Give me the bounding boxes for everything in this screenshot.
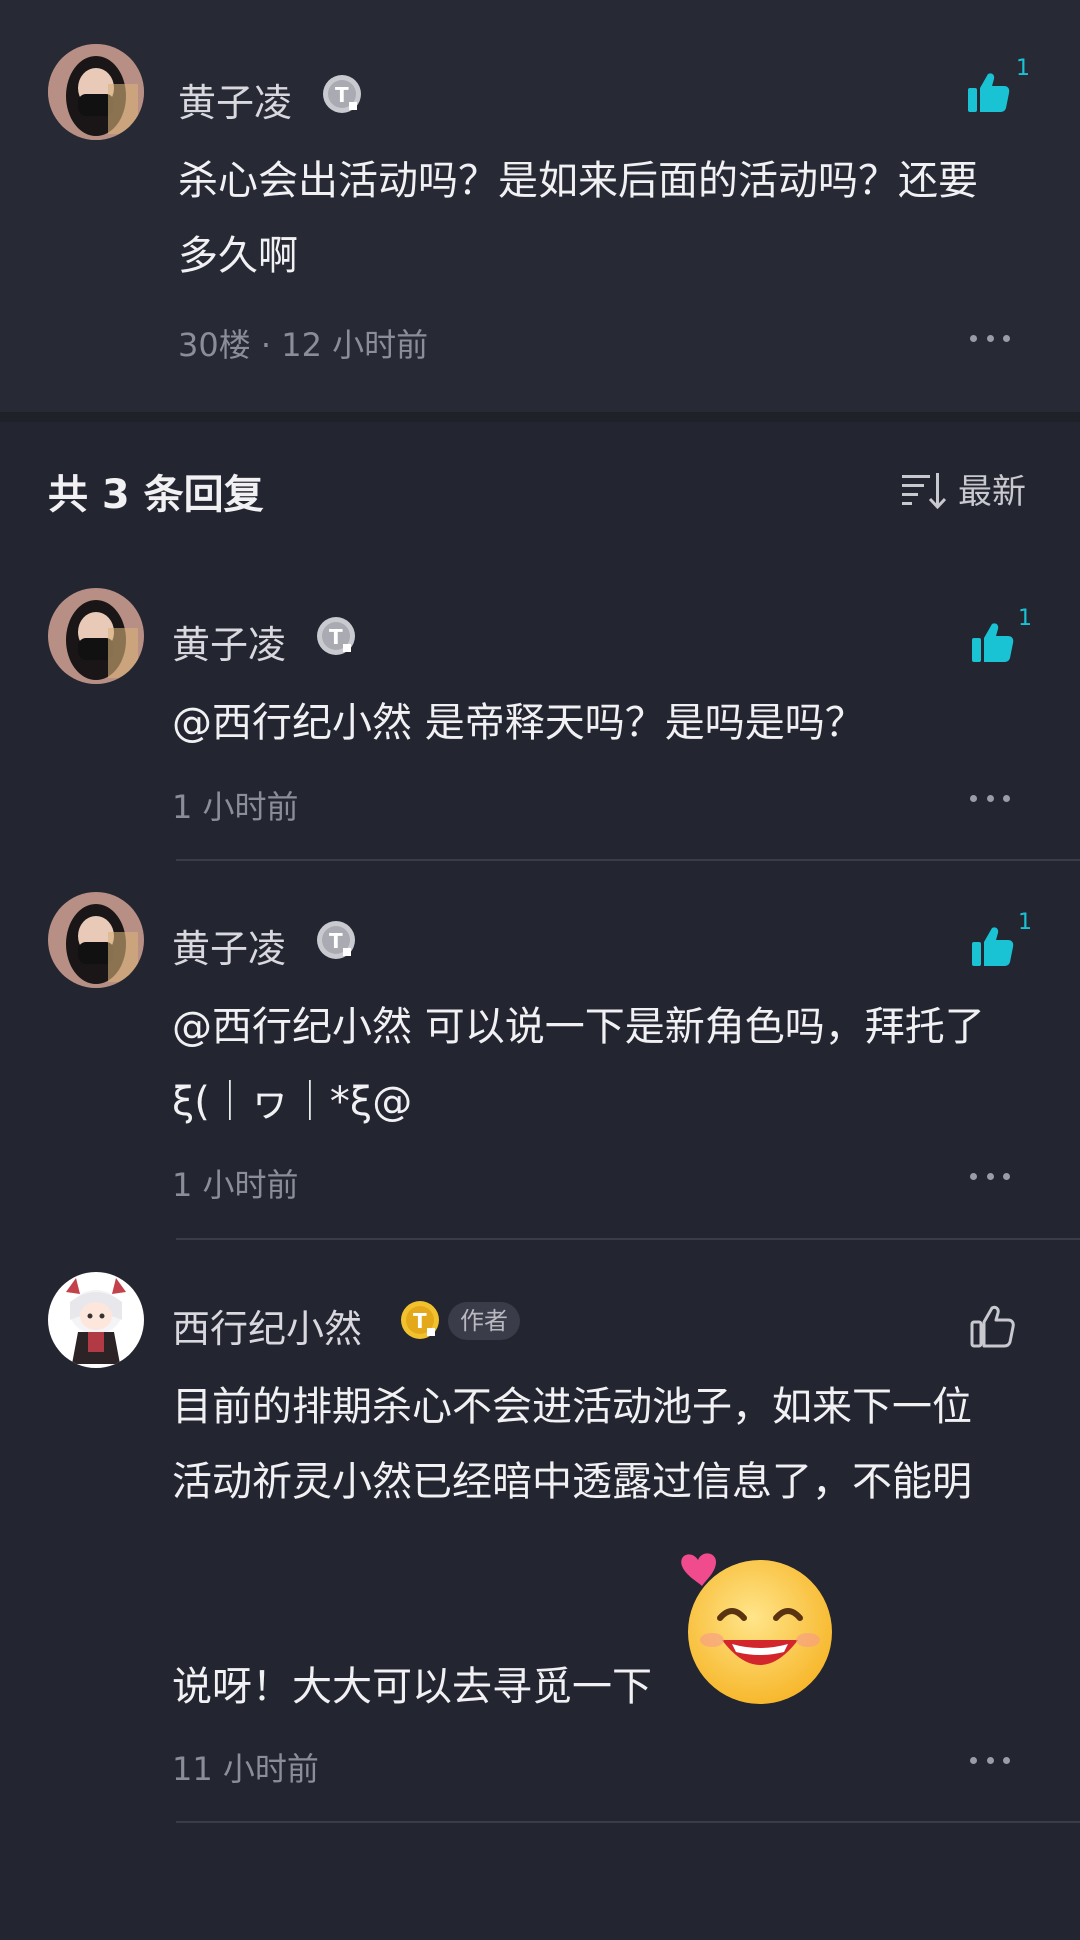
reply-separator xyxy=(176,1821,1080,1823)
more-dots-icon[interactable] xyxy=(970,1754,1010,1766)
sort-toggle[interactable]: 最新 xyxy=(900,464,1026,513)
username[interactable]: 黄子凌 xyxy=(172,614,286,669)
svg-text:T: T xyxy=(413,1309,427,1333)
level-badge-icon: T xyxy=(316,920,356,960)
thumbs-up-outline-icon xyxy=(970,1305,1015,1348)
username[interactable]: 西行纪小然 xyxy=(172,1298,362,1353)
level-badge-icon: T xyxy=(316,616,356,656)
like-count: 1 xyxy=(1016,56,1030,81)
comment-text-line: 多久啊 xyxy=(178,233,298,279)
reply-text-line: 活动祈灵小然已经暗中透露过信息了，不能明 xyxy=(172,1459,972,1505)
svg-text:T: T xyxy=(329,929,343,953)
more-dots-icon[interactable] xyxy=(970,792,1010,804)
like-count: 1 xyxy=(1018,606,1032,631)
level-badge-icon: T xyxy=(400,1300,440,1340)
avatar[interactable] xyxy=(48,892,144,988)
thumbs-up-filled-icon xyxy=(968,73,1010,112)
author-tag: 作者 xyxy=(448,1302,520,1340)
like-button[interactable] xyxy=(964,68,1012,116)
reply-time: 1 小时前 xyxy=(172,1166,299,1204)
main-comment: 黄子凌 T 1 杀心会出活动吗？是如来后面的活动吗？还要 多久啊 30楼 · 1… xyxy=(0,0,1080,412)
reply-text-line: 目前的排期杀心不会进活动池子，如来下一位 xyxy=(172,1384,972,1430)
avatar[interactable] xyxy=(48,44,144,140)
thumbs-up-filled-icon xyxy=(972,623,1014,662)
reply-separator xyxy=(176,859,1080,861)
sort-icon xyxy=(902,472,946,509)
avatar[interactable] xyxy=(48,1272,144,1368)
comment-meta: 30楼 · 12 小时前 xyxy=(178,326,429,364)
reply-text-line: @西行纪小然 是帝释天吗？是吗是吗？ xyxy=(172,700,865,746)
thumbs-up-filled-icon xyxy=(972,927,1014,966)
sort-label: 最新 xyxy=(958,472,1026,512)
more-dots-icon[interactable] xyxy=(970,332,1010,344)
like-button[interactable] xyxy=(968,618,1016,666)
comment-text-line: 杀心会出活动吗？是如来后面的活动吗？还要 xyxy=(178,158,978,204)
svg-text:T: T xyxy=(335,83,349,107)
reply-text-line: 说呀！大大可以去寻觅一下 xyxy=(172,1664,652,1710)
svg-text:T: T xyxy=(329,625,343,649)
laughing-emoji-icon xyxy=(672,1540,842,1714)
username[interactable]: 黄子凌 xyxy=(178,72,292,127)
level-badge-icon: T xyxy=(322,74,362,114)
reply-separator xyxy=(176,1238,1080,1240)
reply-text-line: @西行纪小然 可以说一下是新角色吗，拜托了 xyxy=(172,1004,985,1050)
like-count: 1 xyxy=(1018,910,1032,935)
like-button[interactable] xyxy=(968,922,1016,970)
avatar[interactable] xyxy=(48,588,144,684)
section-divider xyxy=(0,412,1080,422)
like-button[interactable] xyxy=(968,1302,1016,1350)
replies-count-title: 共 3 条回复 xyxy=(48,472,264,518)
reply-time: 11 小时前 xyxy=(172,1750,319,1788)
reply-text-line: ξ(｜ヮ｜*ξ@ xyxy=(172,1079,413,1125)
username[interactable]: 黄子凌 xyxy=(172,918,286,973)
more-dots-icon[interactable] xyxy=(970,1170,1010,1182)
reply-time: 1 小时前 xyxy=(172,788,299,826)
